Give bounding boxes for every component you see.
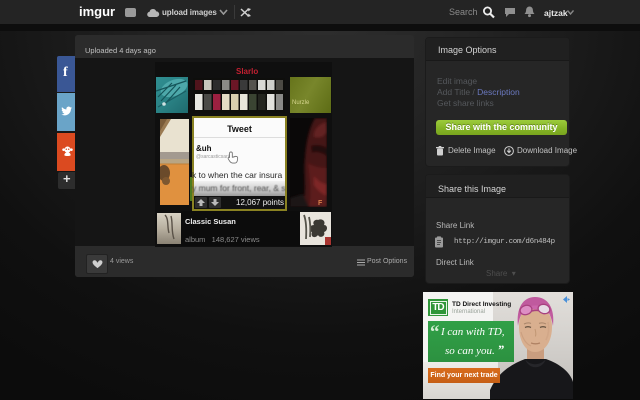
svg-text:F: F [318,200,323,207]
